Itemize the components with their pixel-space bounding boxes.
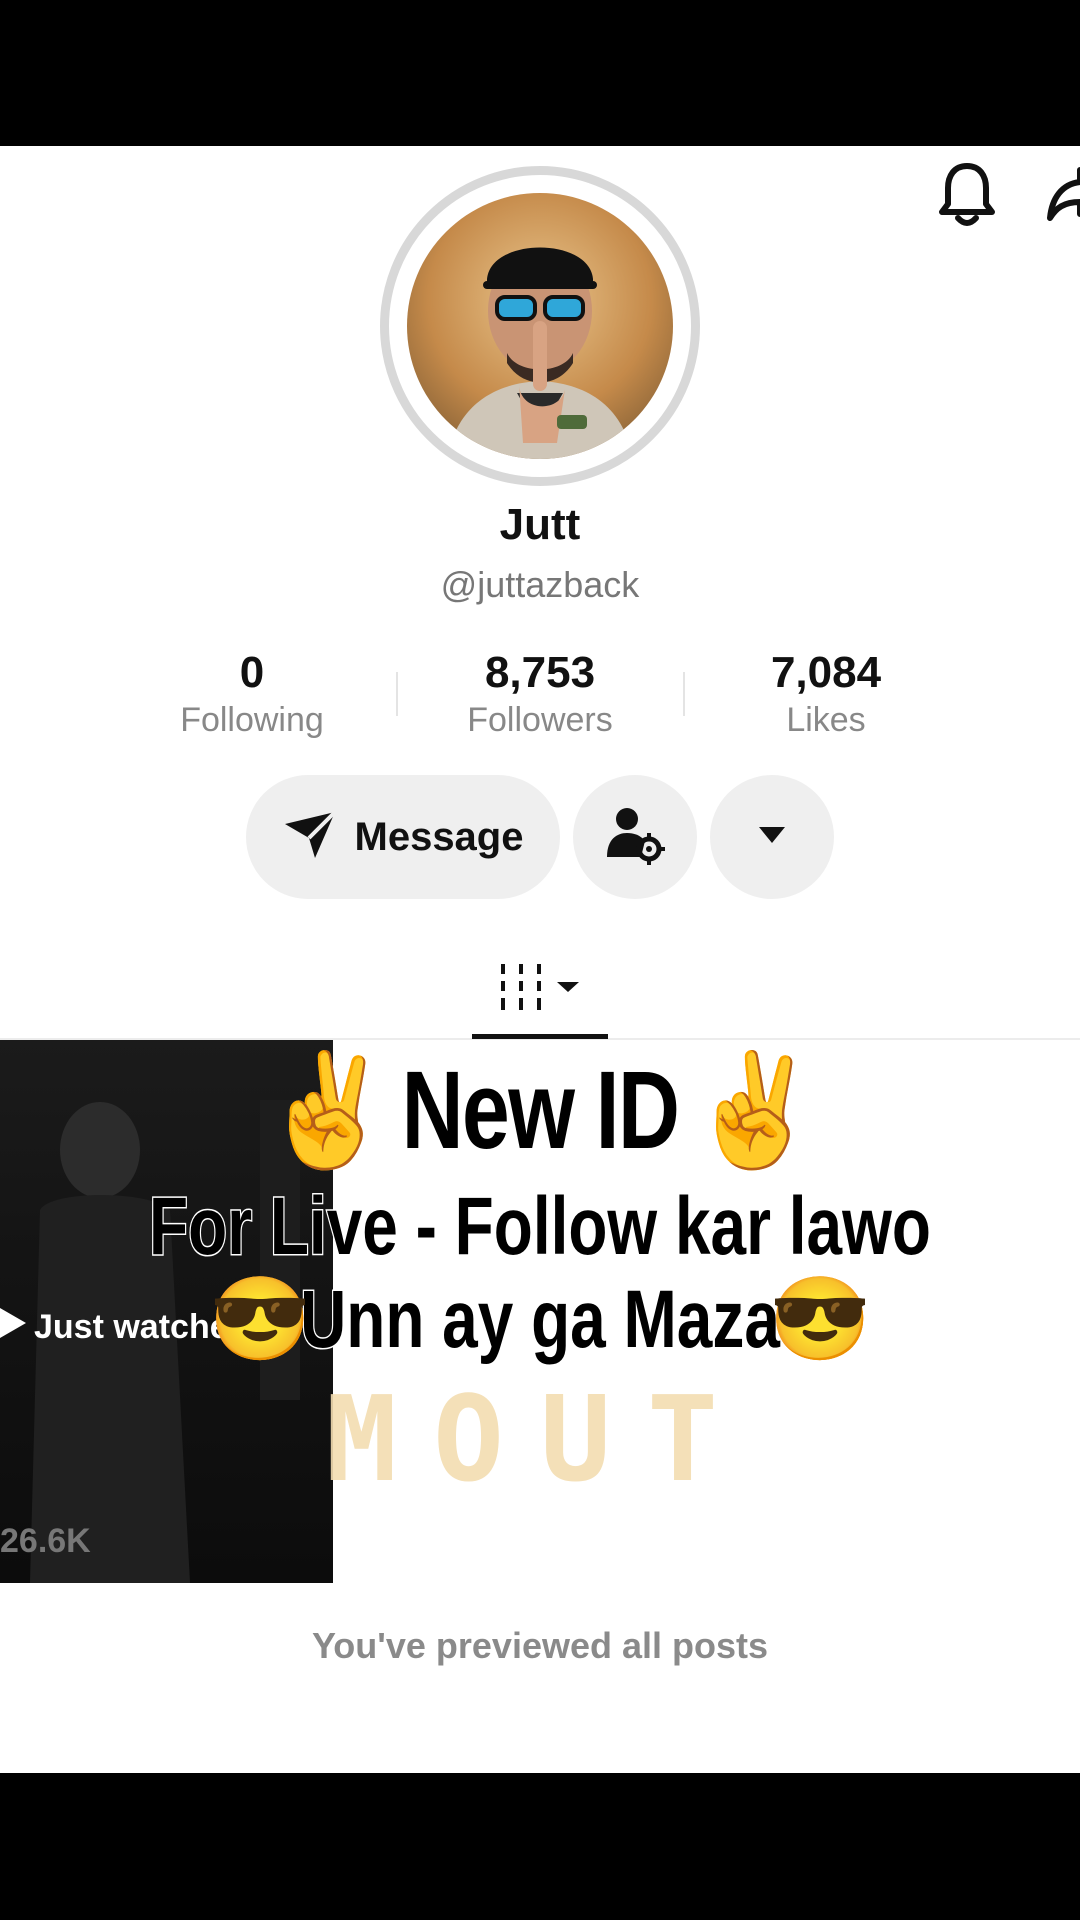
message-label: Message [354,814,524,859]
bottom-black-bar [0,1773,1080,1920]
end-of-posts-note: You've previewed all posts [311,1625,769,1666]
more-options-button[interactable] [710,775,834,899]
content-tabs [0,940,1080,1040]
stat-divider [396,672,398,716]
watermark-text: MOUT [325,1370,755,1508]
profile-name: Jutt [499,500,581,549]
stat-divider [683,672,685,716]
following-count: 0 [239,648,265,697]
message-button[interactable]: Message [246,775,560,899]
sunglasses-emoji: 😎 [208,1273,313,1367]
sunglasses-emoji: 😎 [767,1273,872,1367]
active-tab-indicator [472,1034,608,1039]
play-icon [0,1308,26,1347]
victory-emoji: ✌️ [685,1049,823,1172]
victory-emoji: ✌️ [259,1049,396,1172]
user-settings-icon [605,805,665,870]
stats-row: 0 Following 8,753 Followers 7,084 Likes [0,648,1080,748]
grid-icon [495,962,585,1017]
overlay-line-3: 😎Unn ay ga Maza😎 [119,1272,961,1368]
likes-count: 7,084 [770,648,882,697]
overlay-line-1-text: New ID [401,1049,680,1172]
profile-handle: @juttazback [440,564,640,605]
stat-likes[interactable]: 7,084 Likes [696,648,956,742]
followers-label: Followers [467,701,613,739]
stat-followers[interactable]: 8,753 Followers [410,648,670,742]
dropdown-icon [759,826,785,848]
overlay-line-2: For Live - Follow kar lawo [148,1180,932,1274]
send-icon [283,810,337,865]
overlay-line-1: ✌️ New ID ✌️ [119,1046,961,1175]
followers-count: 8,753 [484,648,596,697]
avatar[interactable] [407,193,673,459]
likes-label: Likes [786,701,866,739]
tab-videos[interactable] [472,940,608,1038]
overlay-line-3-text: Unn ay ga Maza [299,1273,781,1367]
bell-icon[interactable] [936,160,998,230]
friends-button[interactable] [573,775,697,899]
following-label: Following [180,701,324,739]
stat-following[interactable]: 0 Following [122,648,382,742]
share-icon[interactable] [1046,164,1080,224]
view-count: 26.6K [0,1522,91,1560]
profile-actions: Message [0,775,1080,901]
top-black-bar [0,0,1080,146]
avatar-ring[interactable] [380,166,700,486]
